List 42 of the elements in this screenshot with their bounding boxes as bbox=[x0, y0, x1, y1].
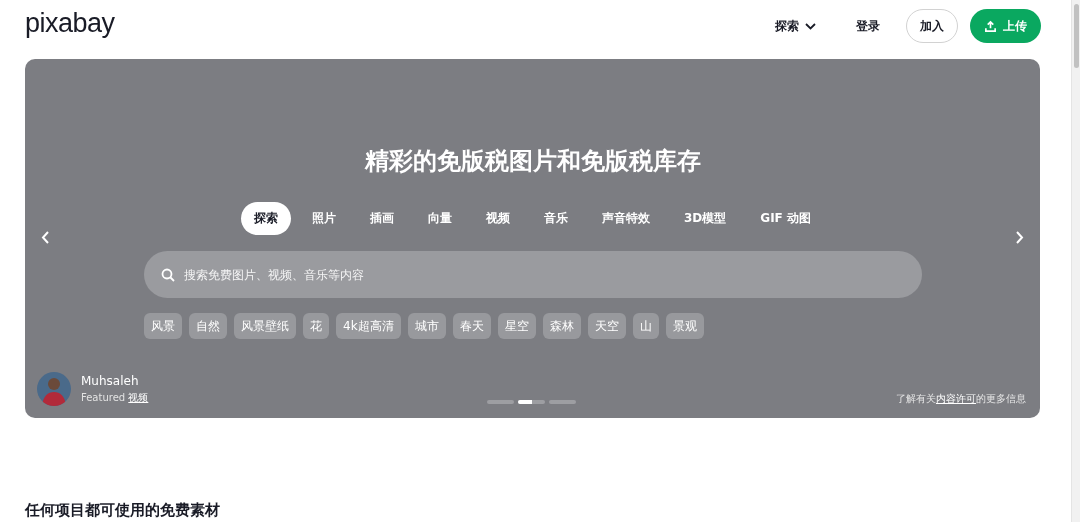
tag-chip[interactable]: 4k超高清 bbox=[336, 313, 401, 339]
carousel-indicator[interactable] bbox=[518, 400, 545, 404]
tag-chip[interactable]: 天空 bbox=[587, 313, 626, 339]
category-tab[interactable]: 视频 bbox=[473, 202, 523, 235]
scrollbar-thumb[interactable] bbox=[1073, 4, 1079, 68]
avatar[interactable] bbox=[37, 372, 71, 406]
carousel-indicator[interactable] bbox=[549, 400, 576, 404]
category-tab[interactable]: 声音特效 bbox=[589, 202, 663, 235]
chevron-right-icon bbox=[1015, 231, 1024, 244]
category-tab[interactable]: 向量 bbox=[415, 202, 465, 235]
video-link[interactable]: 视频 bbox=[128, 391, 149, 403]
hero-title: 精彩的免版税图片和免版税库存 bbox=[364, 146, 701, 177]
category-tab[interactable]: 插画 bbox=[357, 202, 407, 235]
license-link[interactable]: 内容许可 bbox=[936, 393, 976, 404]
category-tab[interactable]: 探索 bbox=[241, 202, 291, 235]
tag-chip[interactable]: 春天 bbox=[452, 313, 491, 339]
upload-button[interactable]: 上传 bbox=[970, 9, 1041, 43]
tag-chip[interactable]: 风景 bbox=[144, 313, 182, 339]
tag-chip[interactable]: 风景壁纸 bbox=[234, 313, 296, 339]
carousel-indicator[interactable] bbox=[487, 400, 514, 404]
search-icon bbox=[160, 268, 175, 282]
featured-caption: Featured 视频 bbox=[81, 390, 149, 405]
tag-chip[interactable]: 花 bbox=[303, 313, 329, 339]
upload-icon bbox=[984, 19, 997, 33]
category-tab[interactable]: 照片 bbox=[299, 202, 349, 235]
tag-chip[interactable]: 森林 bbox=[542, 313, 581, 339]
join-button[interactable]: 加入 bbox=[906, 9, 958, 43]
license-note: 了解有关内容许可的更多信息 bbox=[895, 392, 1026, 406]
tag-chip[interactable]: 景观 bbox=[665, 313, 704, 339]
author-name[interactable]: Muhsaleh bbox=[81, 373, 149, 388]
category-tab[interactable]: 音乐 bbox=[531, 202, 581, 235]
chevron-down-icon bbox=[805, 22, 816, 30]
category-tab[interactable]: 3D模型 bbox=[671, 202, 740, 235]
tag-chip[interactable]: 城市 bbox=[407, 313, 446, 339]
tag-chip[interactable]: 山 bbox=[632, 313, 659, 339]
chevron-left-icon bbox=[41, 231, 50, 244]
tag-chip[interactable]: 星空 bbox=[497, 313, 536, 339]
logo[interactable]: pixabay bbox=[25, 7, 115, 39]
category-tab[interactable]: GIF 动图 bbox=[747, 202, 824, 235]
tag-chip[interactable]: 自然 bbox=[189, 313, 227, 339]
search-field[interactable]: 搜索免费图片、视频、音乐等内容 bbox=[143, 251, 922, 298]
section-heading: 任何项目都可使用的免费素材 bbox=[25, 501, 221, 520]
